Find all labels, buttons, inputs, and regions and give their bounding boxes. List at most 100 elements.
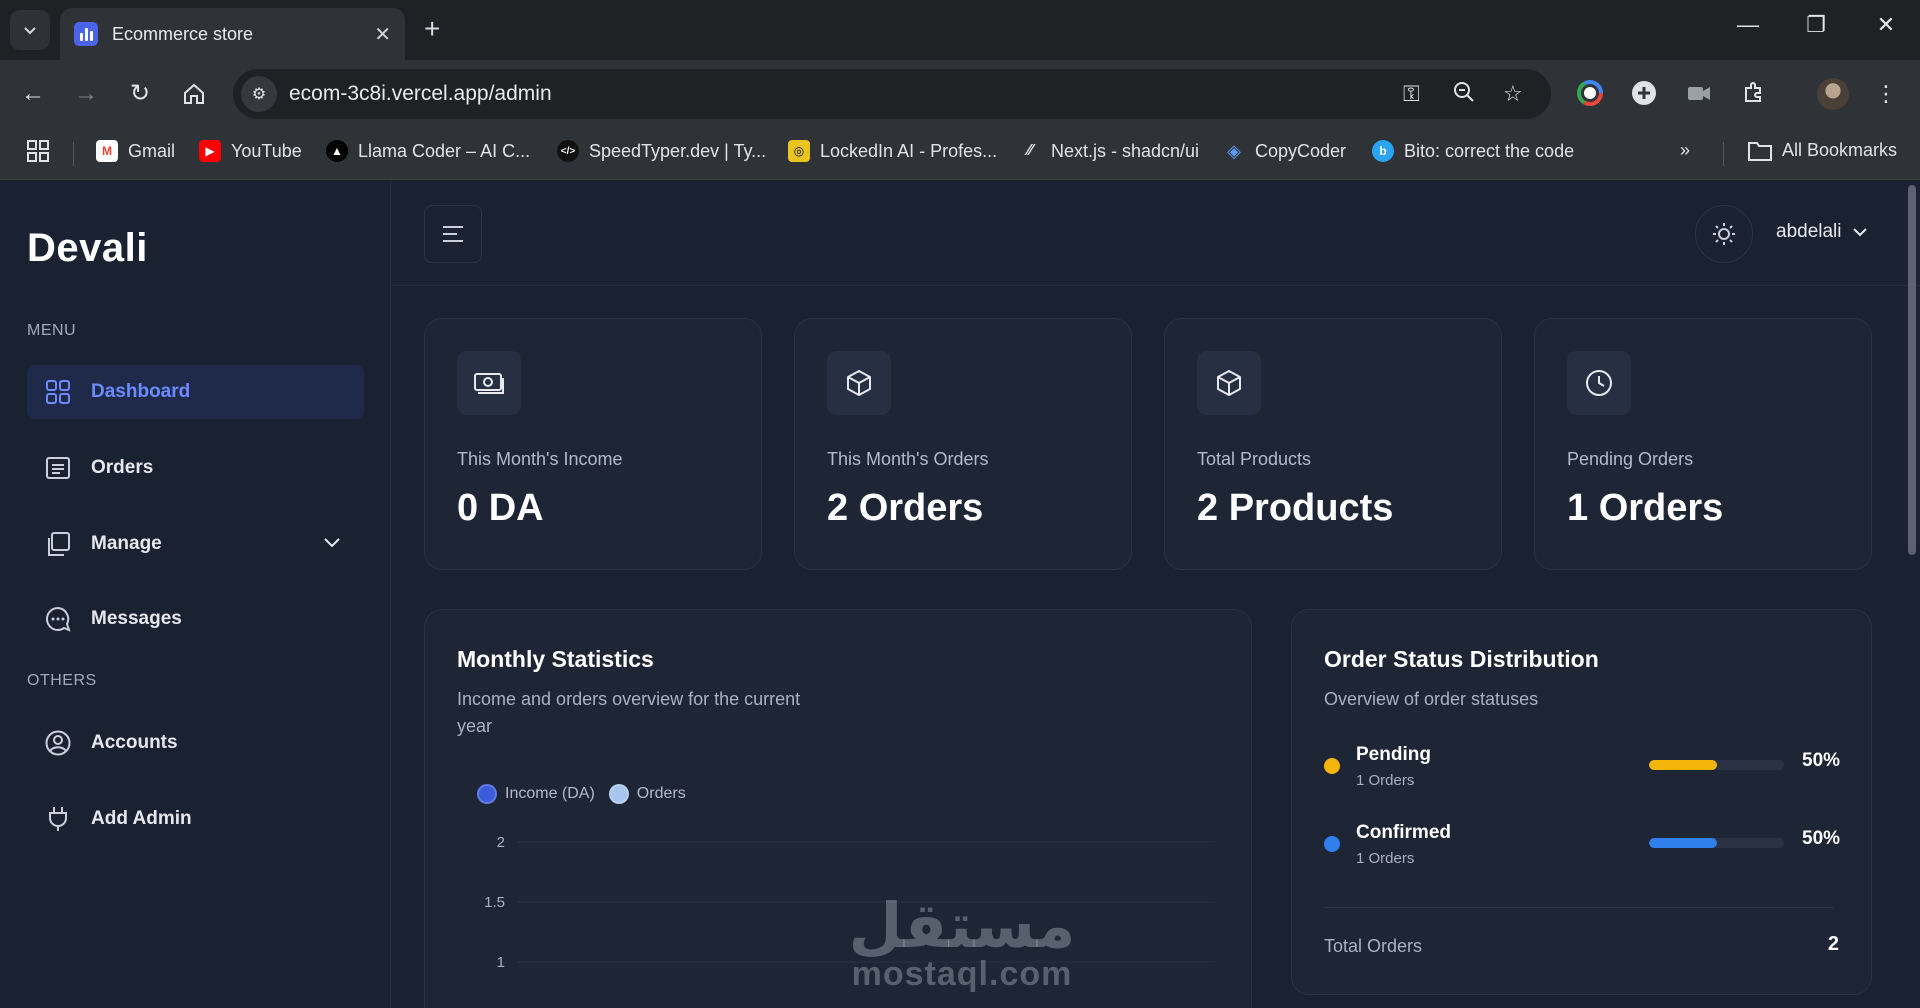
stat-label: This Month's Income xyxy=(457,449,623,469)
bookmark-label: LockedIn AI - Profes... xyxy=(820,140,998,161)
total-orders-value: 2 xyxy=(1827,933,1839,955)
legend-swatch xyxy=(477,784,497,804)
tab-close-icon[interactable]: ✕ xyxy=(374,22,391,47)
back-button[interactable]: ← xyxy=(17,78,49,110)
sidebar-item-dashboard[interactable]: Dashboard xyxy=(27,365,364,419)
menu-icon xyxy=(443,226,463,242)
bookmark-label: CopyCoder xyxy=(1255,140,1347,161)
legend-item-income[interactable]: Income (DA) xyxy=(477,784,595,804)
sidebar-item-label: Add Admin xyxy=(91,808,192,829)
box-icon xyxy=(827,351,891,415)
total-orders-label: Total Orders xyxy=(1324,936,1423,956)
user-menu[interactable]: abdelali xyxy=(1776,221,1868,243)
sidebar: Devali MENU Dashboard Orders Manage Mess… xyxy=(0,181,391,1008)
chevron-down-icon xyxy=(1852,228,1867,237)
bookmark-separator xyxy=(1723,142,1724,166)
video-camera-icon[interactable] xyxy=(1685,80,1713,108)
status-percent: 50% xyxy=(1802,750,1841,771)
forward-button[interactable]: → xyxy=(70,78,102,110)
legend-item-orders[interactable]: Orders xyxy=(608,784,686,804)
menu-section-label: MENU xyxy=(27,322,77,339)
sidebar-item-manage[interactable]: Manage xyxy=(27,517,364,571)
tab-search-button[interactable] xyxy=(10,10,50,50)
status-progress-bar xyxy=(1649,838,1784,848)
more-bookmarks-icon[interactable]: » xyxy=(1680,140,1690,161)
new-tab-button[interactable]: + xyxy=(424,14,440,44)
chat-icon xyxy=(45,606,71,632)
card-title: Order Status Distribution xyxy=(1324,646,1599,672)
theme-toggle-button[interactable] xyxy=(1695,205,1753,263)
browser-menu-icon[interactable]: ⋮ xyxy=(1872,80,1900,108)
bookmark-bito[interactable]: b Bito: correct the code xyxy=(1372,140,1574,162)
tab-title: Ecommerce store xyxy=(112,23,254,44)
chevron-down-icon[interactable] xyxy=(322,532,342,552)
status-progress-bar xyxy=(1649,760,1784,770)
brand-logo[interactable]: Devali xyxy=(27,226,148,271)
profile-avatar[interactable] xyxy=(1817,78,1849,110)
sidebar-item-add-admin[interactable]: Add Admin xyxy=(27,792,364,846)
status-count: 1 Orders xyxy=(1356,850,1415,867)
bookmark-speedtyper[interactable]: </> SpeedTyper.dev | Ty... xyxy=(557,140,766,162)
sidebar-item-label: Accounts xyxy=(91,732,178,753)
all-bookmarks-button[interactable]: All Bookmarks xyxy=(1748,140,1897,161)
bookmark-label: YouTube xyxy=(231,140,302,161)
home-button[interactable] xyxy=(178,78,210,110)
site-info-icon[interactable]: ⚙ xyxy=(241,76,277,112)
lockedin-icon: ◎ xyxy=(788,140,810,162)
bookmark-llama-coder[interactable]: ▲ Llama Coder – AI C... xyxy=(326,140,530,162)
stat-card-pending-orders: Pending Orders 1 Orders xyxy=(1534,318,1872,570)
minimize-button[interactable]: — xyxy=(1728,12,1768,38)
bookmark-copycoder[interactable]: ◈ CopyCoder xyxy=(1223,140,1346,162)
page-scrollbar[interactable] xyxy=(1908,185,1916,555)
status-row-confirmed: Confirmed 1 Orders 50% xyxy=(1324,818,1854,878)
y-tick-label: 1 xyxy=(497,954,505,971)
status-dot xyxy=(1324,758,1340,774)
grid-icon xyxy=(45,379,71,405)
extensions-puzzle-icon[interactable] xyxy=(1740,80,1768,108)
monthly-chart: 21.51 xyxy=(484,834,1215,971)
close-window-button[interactable]: ✕ xyxy=(1866,12,1906,38)
bookmark-gmail[interactable]: M Gmail xyxy=(96,140,175,162)
bookmark-label: Gmail xyxy=(128,140,176,161)
bookmark-lockedin[interactable]: ◎ LockedIn AI - Profes... xyxy=(788,140,997,162)
username: abdelali xyxy=(1776,221,1842,242)
stat-value: 2 Orders xyxy=(827,487,984,529)
stat-value: 1 Orders xyxy=(1567,487,1724,529)
copy-icon xyxy=(45,531,71,557)
sidebar-item-accounts[interactable]: Accounts xyxy=(27,716,364,770)
browser-toolbar: ← → ↻ ⚙ ecom-3c8i.vercel.app/admin ⚿ ☆ ⋮ xyxy=(0,60,1920,128)
sidebar-toggle-button[interactable] xyxy=(424,205,482,263)
zoom-icon[interactable] xyxy=(1453,81,1475,109)
youtube-icon: ▶ xyxy=(199,140,221,162)
status-name: Pending xyxy=(1356,744,1431,765)
sidebar-item-label: Manage xyxy=(91,533,162,554)
monthly-statistics-card: Monthly Statistics Income and orders ove… xyxy=(424,609,1252,1008)
folder-icon xyxy=(1748,141,1772,161)
add-extension-icon[interactable] xyxy=(1630,80,1658,108)
restore-button[interactable]: ❐ xyxy=(1796,12,1836,38)
bookmark-star-icon[interactable]: ☆ xyxy=(1503,81,1523,107)
gmail-icon: M xyxy=(96,140,118,162)
speedtyper-icon: </> xyxy=(557,140,579,162)
stat-card-income: This Month's Income 0 DA xyxy=(424,318,762,570)
card-subtitle: Overview of order statuses xyxy=(1324,689,1539,709)
clock-icon xyxy=(1567,351,1631,415)
stat-label: This Month's Orders xyxy=(827,449,989,469)
reload-button[interactable]: ↻ xyxy=(124,78,156,110)
bookmark-label: SpeedTyper.dev | Ty... xyxy=(589,140,767,161)
all-bookmarks-label: All Bookmarks xyxy=(1782,140,1898,160)
bookmark-youtube[interactable]: ▶ YouTube xyxy=(199,140,302,162)
bookmark-shadcn[interactable]: ⁄⁄ Next.js - shadcn/ui xyxy=(1019,140,1199,162)
color-picker-extension-icon[interactable] xyxy=(1576,80,1604,108)
sidebar-item-messages[interactable]: Messages xyxy=(27,592,364,646)
password-key-icon[interactable]: ⚿ xyxy=(1403,81,1420,107)
bookmark-label: Bito: correct the code xyxy=(1404,140,1575,161)
browser-tab-active[interactable]: Ecommerce store ✕ xyxy=(60,8,405,60)
sidebar-item-orders[interactable]: Orders xyxy=(27,441,364,495)
bookmark-separator xyxy=(73,142,74,166)
sidebar-item-label: Dashboard xyxy=(91,381,191,402)
legend-label: Income (DA) xyxy=(505,785,595,802)
apps-grid-icon[interactable] xyxy=(27,140,49,162)
url-text[interactable]: ecom-3c8i.vercel.app/admin xyxy=(289,82,552,106)
address-bar[interactable]: ⚙ ecom-3c8i.vercel.app/admin ⚿ ☆ xyxy=(233,69,1551,119)
